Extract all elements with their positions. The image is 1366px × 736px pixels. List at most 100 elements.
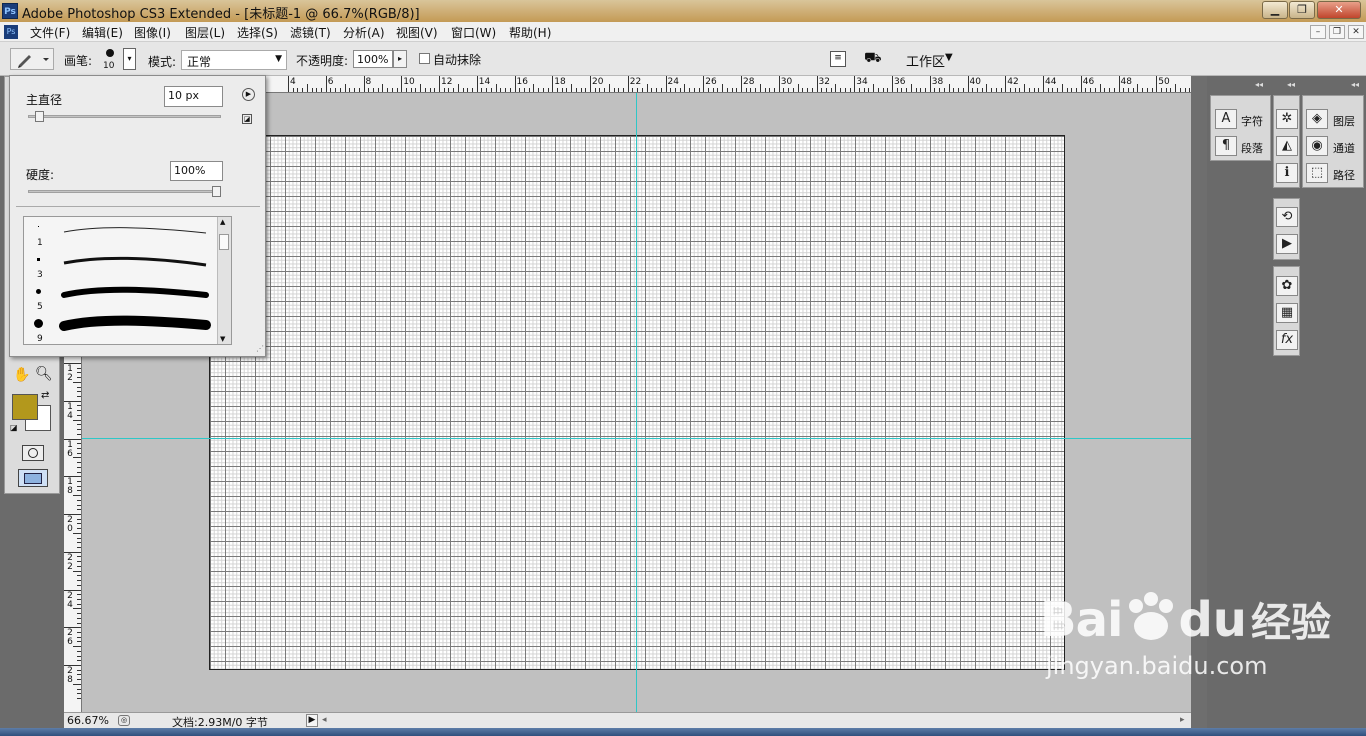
foreground-color-swatch[interactable] — [12, 394, 38, 420]
styles-fx-icon[interactable]: fx — [1276, 330, 1298, 350]
doc-restore-button[interactable]: ❐ — [1329, 25, 1345, 39]
maximize-button[interactable]: ❐ — [1289, 1, 1315, 19]
ruler-tick-mark — [64, 589, 81, 591]
menu-analysis[interactable]: 分析(A) — [343, 24, 385, 41]
menu-select[interactable]: 选择(S) — [237, 24, 278, 41]
ruler-tick-mark — [77, 542, 81, 544]
menu-edit[interactable]: 编辑(E) — [82, 24, 123, 41]
menu-window[interactable]: 窗口(W) — [451, 24, 496, 41]
hardness-slider-thumb[interactable] — [212, 186, 221, 197]
opacity-input[interactable]: 100% — [353, 50, 393, 68]
hand-tool-icon[interactable]: ✋ — [13, 367, 31, 385]
diameter-input[interactable]: 10 px — [164, 86, 223, 107]
ruler-tick-mark — [77, 584, 81, 586]
collapse-dock-icon[interactable]: ◂◂ — [1287, 80, 1295, 89]
popup-menu-arrow-icon[interactable]: ▶ — [242, 88, 255, 101]
ruler-tick-mark — [736, 88, 738, 92]
histogram-icon[interactable]: ◭ — [1276, 136, 1298, 156]
zoom-level[interactable]: 66.67% — [67, 714, 109, 727]
ruler-tick-mark — [590, 76, 591, 92]
hardness-slider-track[interactable] — [28, 190, 221, 193]
character-icon[interactable]: A — [1215, 109, 1237, 129]
doc-close-button[interactable]: ✕ — [1348, 25, 1364, 39]
menu-view[interactable]: 视图(V) — [396, 24, 438, 41]
document-canvas[interactable] — [209, 135, 1065, 670]
menu-filter[interactable]: 滤镜(T) — [290, 24, 331, 41]
bridge-icon[interactable]: ⛟ — [864, 50, 886, 68]
channels-icon[interactable]: ◉ — [1306, 136, 1328, 156]
scroll-up-icon[interactable]: ▲ — [220, 218, 225, 226]
resize-grip-icon[interactable]: ⋰ — [256, 344, 264, 353]
scroll-left-icon[interactable]: ◂ — [322, 715, 327, 725]
hardness-input[interactable]: 100% — [170, 161, 223, 181]
brush-tip-icon — [34, 319, 43, 328]
menu-layer[interactable]: 图层(L) — [185, 24, 225, 41]
ruler-tick-label: 50 — [1158, 77, 1170, 87]
brush-preset-1[interactable]: 1 — [24, 217, 216, 249]
status-arrow-icon[interactable]: ▶ — [306, 714, 318, 727]
paths-icon[interactable]: ⬚ — [1306, 163, 1328, 183]
paragraph-tab[interactable]: 段落 — [1241, 140, 1263, 156]
brush-dropdown-button[interactable]: ▾ — [123, 48, 136, 70]
ruler-tick-mark — [915, 88, 917, 92]
collapse-dock-icon[interactable]: ◂◂ — [1351, 80, 1359, 89]
swatches-icon[interactable]: ▦ — [1276, 303, 1298, 323]
swap-colors-icon[interactable]: ⇄ — [41, 390, 49, 401]
info-icon[interactable]: ℹ — [1276, 163, 1298, 183]
status-menu-icon[interactable]: ◎ — [118, 715, 130, 726]
ruler-tick-mark — [424, 88, 426, 92]
vertical-guide[interactable] — [636, 93, 637, 712]
brush-preview[interactable]: 10 — [102, 47, 120, 73]
workspace-menu[interactable]: 工作区 — [906, 51, 945, 70]
color-icon[interactable]: ✿ — [1276, 276, 1298, 296]
history-icon[interactable]: ⟲ — [1276, 207, 1298, 227]
brush-preset-9[interactable]: 9 — [24, 313, 216, 345]
tool-preset-picker[interactable] — [10, 48, 54, 70]
brush-preset-3[interactable]: 3 — [24, 249, 216, 281]
brush-preset-5[interactable]: 5 — [24, 281, 216, 313]
brush-preset-list[interactable]: 1 3 5 9 ▲ ▼ — [23, 216, 232, 345]
channels-tab[interactable]: 通道 — [1333, 140, 1355, 156]
scroll-down-icon[interactable]: ▼ — [220, 335, 225, 343]
preset-list-scrollbar[interactable]: ▲ ▼ — [217, 217, 231, 344]
zoom-tool-icon[interactable]: 🔍︎ — [35, 366, 53, 384]
navigator-icon[interactable]: ✲ — [1276, 109, 1298, 129]
ruler-tick-mark — [306, 84, 308, 92]
paragraph-icon[interactable]: ¶ — [1215, 136, 1237, 156]
ruler-tick-mark — [77, 594, 81, 596]
horizontal-guide[interactable] — [82, 438, 1191, 439]
mode-select[interactable]: 正常 ▼ — [181, 50, 287, 70]
diameter-slider-track[interactable] — [28, 115, 221, 118]
photoshop-app-icon[interactable]: Ps — [2, 3, 18, 19]
auto-erase-checkbox[interactable] — [419, 53, 430, 64]
diameter-slider-thumb[interactable] — [35, 111, 45, 122]
ruler-tick-label: 14 — [478, 77, 491, 87]
doc-minimize-button[interactable]: – — [1310, 25, 1326, 39]
ruler-tick-mark — [1076, 88, 1078, 92]
minimize-button[interactable]: ▁ — [1262, 1, 1288, 19]
ruler-tick-mark — [77, 528, 81, 530]
layers-tab[interactable]: 图层 — [1333, 113, 1355, 129]
brush-preset-size: 9 — [37, 334, 43, 344]
layers-icon[interactable]: ◈ — [1306, 109, 1328, 129]
quick-mask-button[interactable] — [22, 445, 44, 461]
paths-tab[interactable]: 路径 — [1333, 167, 1355, 183]
character-tab[interactable]: 字符 — [1241, 113, 1263, 129]
menu-help[interactable]: 帮助(H) — [509, 24, 551, 41]
default-colors-icon[interactable]: ◪ — [10, 423, 18, 432]
ruler-tick-mark — [802, 88, 804, 92]
ruler-tick-mark — [77, 462, 81, 464]
actions-icon[interactable]: ▶ — [1276, 234, 1298, 254]
collapse-dock-icon[interactable]: ◂◂ — [1255, 80, 1263, 89]
screen-mode-button[interactable] — [18, 469, 48, 487]
scroll-thumb[interactable] — [219, 234, 229, 250]
palette-well-icon[interactable]: ≡ — [830, 51, 846, 67]
menu-file[interactable]: 文件(F) — [30, 24, 70, 41]
close-button[interactable]: ✕ — [1317, 1, 1361, 19]
ruler-tick-mark — [1118, 76, 1120, 92]
scroll-right-icon[interactable]: ▸ — [1180, 715, 1185, 725]
save-preset-icon[interactable]: ◪ — [242, 114, 252, 124]
menu-image[interactable]: 图像(I) — [134, 24, 171, 41]
ps-menu-icon[interactable]: Ps — [4, 25, 18, 39]
opacity-slider-button[interactable]: ▸ — [393, 50, 407, 68]
